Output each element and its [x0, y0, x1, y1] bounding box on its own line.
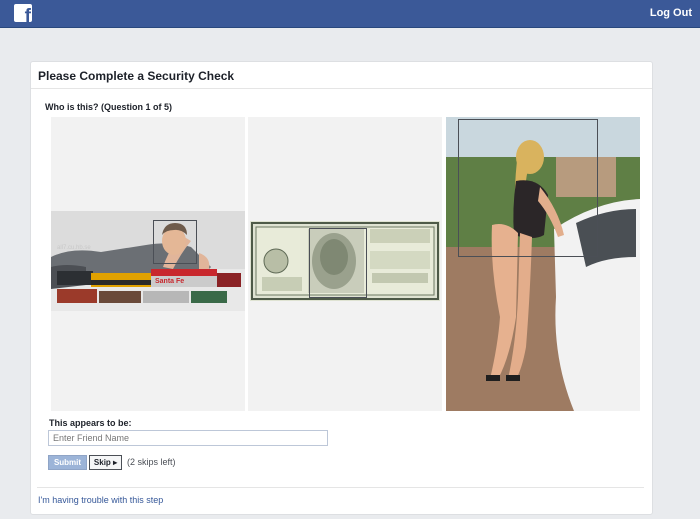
- appears-label: This appears to be:: [49, 418, 132, 428]
- santa-fe-logo: Santa Fe: [155, 278, 184, 285]
- skip-button-label: Skip: [93, 458, 111, 467]
- submit-button[interactable]: Submit: [48, 455, 87, 470]
- skips-remaining-text: (2 skips left): [127, 457, 176, 467]
- photo-1-image: Santa Fe all7.cu.hb.se: [51, 211, 245, 311]
- logout-link[interactable]: Log Out: [650, 7, 692, 19]
- chevron-right-icon: ▸: [113, 458, 118, 467]
- face-tag-box-2: [309, 228, 367, 298]
- question-label: Who is this? (Question 1 of 5): [45, 102, 172, 112]
- photo-watermark: all7.cu.hb.se: [57, 245, 91, 251]
- tagged-photo-3: [446, 117, 640, 411]
- facebook-logo-icon[interactable]: f: [14, 4, 32, 22]
- face-tag-box-3: [458, 119, 598, 257]
- skip-button[interactable]: Skip ▸: [89, 455, 122, 470]
- footer-divider: [37, 487, 644, 488]
- title-divider: [31, 88, 652, 89]
- security-check-card: Please Complete a Security Check Who is …: [30, 61, 653, 515]
- tagged-photo-1: Santa Fe all7.cu.hb.se: [51, 117, 245, 411]
- page-title: Please Complete a Security Check: [38, 69, 235, 83]
- top-bar: f Log Out: [0, 0, 700, 28]
- logo-letter: f: [24, 6, 31, 22]
- trouble-link[interactable]: I'm having trouble with this step: [38, 495, 163, 505]
- face-tag-box-1: [153, 220, 197, 264]
- tagged-photo-2: [248, 117, 442, 411]
- friend-name-input[interactable]: [48, 430, 328, 446]
